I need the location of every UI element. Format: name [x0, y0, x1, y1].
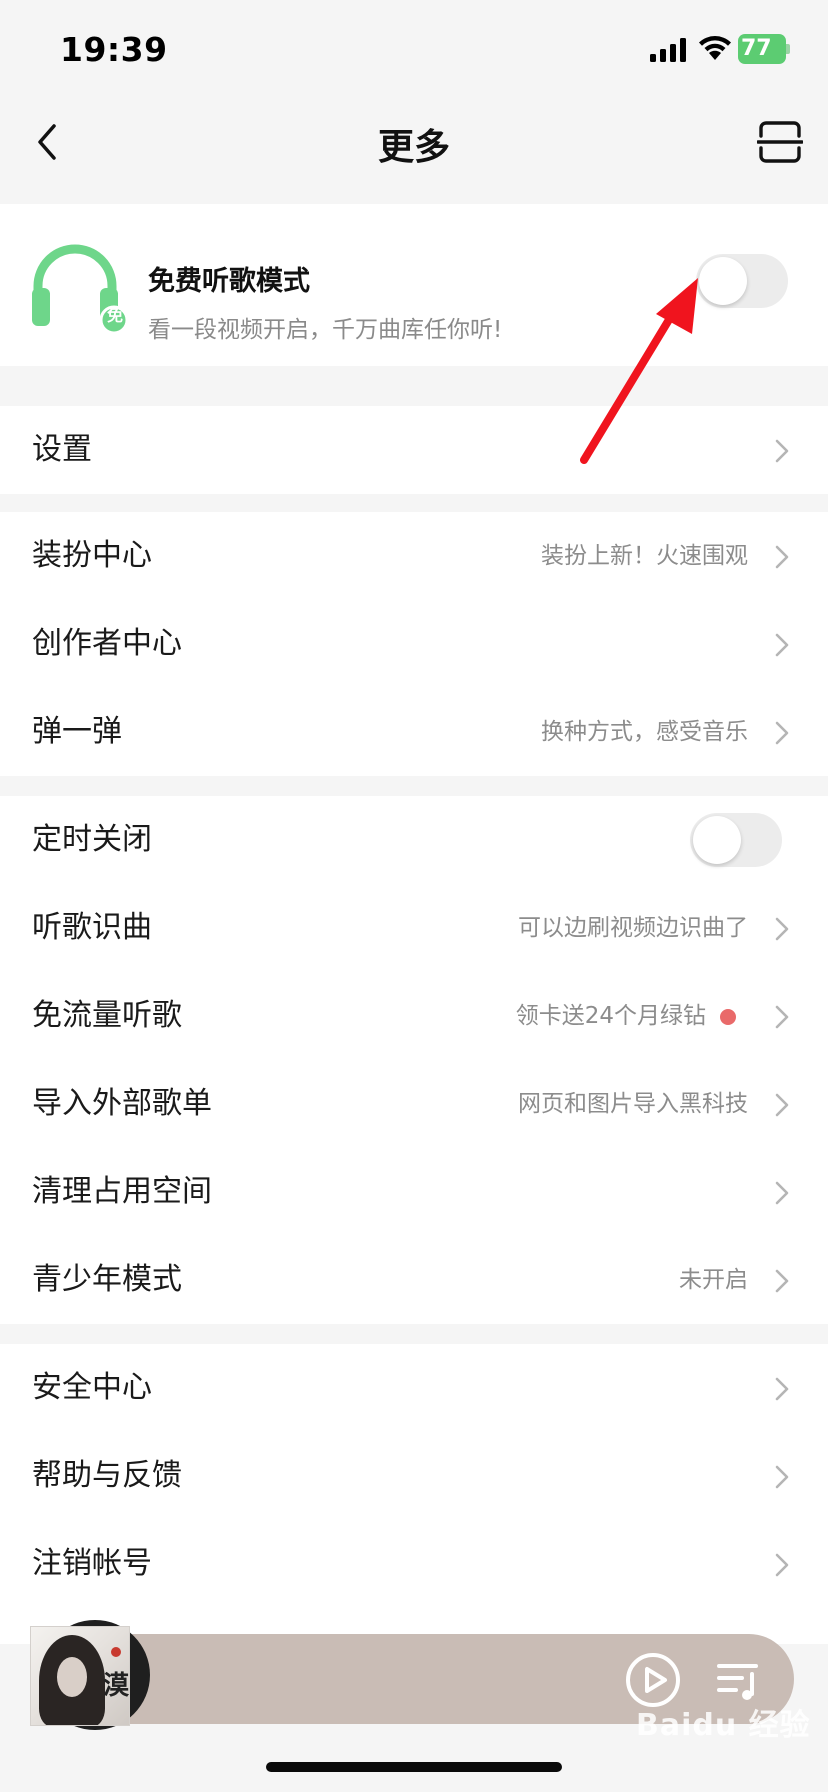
chevron-right-icon: [775, 1377, 789, 1401]
chevron-right-icon: [775, 1181, 789, 1205]
row-security-center[interactable]: 安全中心: [0, 1344, 828, 1432]
chevron-right-icon: [775, 439, 789, 463]
chevron-right-icon: [775, 1093, 789, 1117]
chevron-right-icon: [775, 545, 789, 569]
row-label: 弹一弹: [32, 714, 122, 749]
toggle-knob: [693, 816, 741, 864]
row-label: 装扮中心: [32, 538, 152, 573]
nav-bar: 更多: [0, 100, 828, 184]
row-label: 清理占用空间: [32, 1174, 212, 1209]
chevron-right-icon: [775, 917, 789, 941]
row-label: 青少年模式: [32, 1262, 182, 1297]
sleep-timer-toggle[interactable]: [690, 813, 782, 867]
row-help-feedback[interactable]: 帮助与反馈: [0, 1432, 828, 1520]
row-label: 创作者中心: [32, 626, 182, 661]
row-creator-center[interactable]: 创作者中心: [0, 600, 828, 688]
wifi-icon: [699, 36, 731, 60]
row-free-data[interactable]: 免流量听歌 领卡送24个月绿钻: [0, 972, 828, 1060]
free-mode-title: 免费听歌模式: [148, 266, 310, 297]
row-play-piano[interactable]: 弹一弹 换种方式，感受音乐: [0, 688, 828, 776]
row-clear-storage[interactable]: 清理占用空间: [0, 1148, 828, 1236]
chevron-right-icon: [775, 1465, 789, 1489]
watermark: Baidu 经验: [636, 1708, 811, 1743]
personal-section: 装扮中心 装扮上新！火速围观 创作者中心 弹一弹 换种方式，感受音乐: [0, 512, 828, 776]
battery-icon: 77: [738, 34, 790, 64]
chevron-right-icon: [775, 1269, 789, 1293]
row-label: 听歌识曲: [32, 910, 152, 945]
chevron-right-icon: [775, 1005, 789, 1029]
playlist-icon[interactable]: [716, 1658, 762, 1702]
home-indicator: [266, 1762, 562, 1772]
annotation-arrow: [580, 278, 698, 464]
row-label: 安全中心: [32, 1370, 152, 1405]
battery-level: 77: [741, 36, 772, 61]
chevron-right-icon: [775, 633, 789, 657]
row-label: 定时关闭: [32, 822, 152, 857]
row-value: 可以边刷视频边识曲了: [518, 915, 748, 941]
notification-dot: [720, 1009, 736, 1025]
row-sleep-timer: 定时关闭: [0, 796, 828, 884]
row-label: 免流量听歌: [32, 998, 182, 1033]
row-label: 注销帐号: [32, 1546, 152, 1581]
row-delete-account[interactable]: 注销帐号: [0, 1520, 828, 1608]
row-label: 帮助与反馈: [32, 1458, 182, 1493]
tools-section: 定时关闭 听歌识曲 可以边刷视频边识曲了 免流量听歌 领卡送24个月绿钻 导入外…: [0, 796, 828, 1324]
page-title: 更多: [377, 127, 450, 168]
screen: 19:39 77 更多 免 免费听歌模式 看一段视频开启，千万曲库任你听! 设置…: [0, 0, 828, 1792]
row-value: 未开启: [679, 1267, 748, 1293]
album-cover[interactable]: 漠: [30, 1626, 130, 1726]
row-import-playlist[interactable]: 导入外部歌单 网页和图片导入黑科技: [0, 1060, 828, 1148]
row-label: 设置: [32, 432, 92, 467]
account-section: 安全中心 帮助与反馈 注销帐号: [0, 1344, 828, 1644]
cellular-signal-icon: [650, 38, 686, 62]
row-song-recognition[interactable]: 听歌识曲 可以边刷视频边识曲了: [0, 884, 828, 972]
chevron-right-icon: [775, 1553, 789, 1577]
status-bar: 19:39 77: [0, 0, 828, 100]
row-label: 导入外部歌单: [32, 1086, 212, 1121]
row-theme-center[interactable]: 装扮中心 装扮上新！火速围观: [0, 512, 828, 600]
row-teen-mode[interactable]: 青少年模式 未开启: [0, 1236, 828, 1324]
album-cover-title: 漠: [103, 1671, 130, 1701]
row-value: 领卡送24个月绿钻: [515, 1003, 706, 1029]
free-mode-subtitle: 看一段视频开启，千万曲库任你听!: [148, 317, 503, 343]
status-time: 19:39: [60, 30, 168, 69]
row-value: 装扮上新！火速围观: [541, 543, 748, 569]
row-value: 网页和图片导入黑科技: [518, 1091, 748, 1117]
free-badge: 免: [106, 306, 123, 325]
scan-icon[interactable]: [757, 120, 803, 164]
chevron-right-icon: [775, 721, 789, 745]
row-value: 换种方式，感受音乐: [541, 719, 748, 745]
